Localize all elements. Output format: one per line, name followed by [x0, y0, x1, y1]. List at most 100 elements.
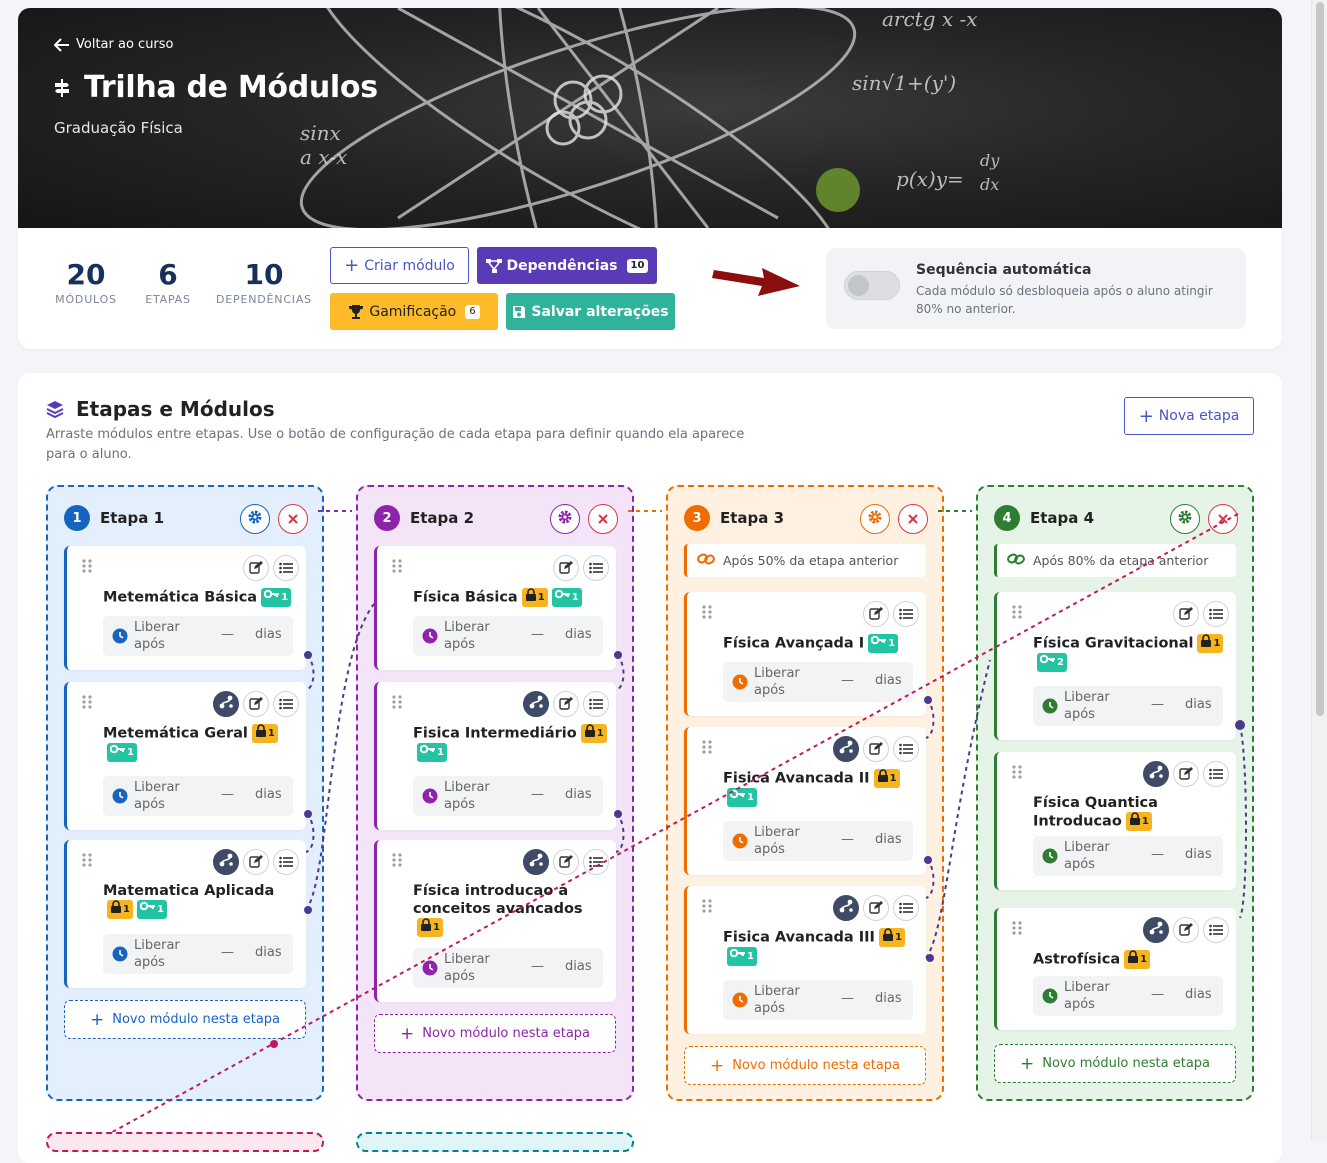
release-after-field[interactable]: Liberar após — dias	[413, 948, 603, 988]
create-module-button[interactable]: + Criar módulo	[330, 247, 469, 284]
module-contents-button[interactable]	[1203, 761, 1229, 787]
release-after-field[interactable]: Liberar após — dias	[413, 776, 603, 816]
module-contents-button[interactable]	[1203, 601, 1229, 627]
release-days-value[interactable]: —	[531, 959, 544, 974]
stage-delete-button[interactable]	[278, 504, 308, 534]
module-card[interactable]: Astrofísica 1 Liberar após — dias	[994, 908, 1236, 1030]
module-card[interactable]: Fisica Avancada II 1 1 Liberar após — dias	[684, 727, 926, 875]
add-module-button[interactable]: + Novo módulo nesta etapa	[64, 1000, 306, 1039]
module-card[interactable]: Fisica Intermediário 1 1 Liberar após — di…	[374, 682, 616, 830]
release-after-field[interactable]: Liberar após — dias	[103, 934, 293, 974]
drag-handle-icon[interactable]	[701, 898, 713, 914]
edit-module-button[interactable]	[1173, 917, 1199, 943]
drag-handle-icon[interactable]	[81, 852, 93, 868]
module-contents-button[interactable]	[273, 555, 299, 581]
edit-module-button[interactable]	[243, 849, 269, 875]
dependency-button[interactable]	[523, 691, 549, 717]
release-days-value[interactable]: —	[531, 787, 544, 802]
add-module-button[interactable]: + Novo módulo nesta etapa	[994, 1044, 1236, 1083]
release-days-value[interactable]: —	[841, 991, 854, 1006]
dependency-button[interactable]	[213, 849, 239, 875]
edit-module-button[interactable]	[553, 555, 579, 581]
stage-settings-button[interactable]	[1170, 504, 1200, 534]
module-contents-button[interactable]	[893, 736, 919, 762]
module-contents-button[interactable]	[583, 849, 609, 875]
stage-settings-button[interactable]	[240, 504, 270, 534]
edit-module-button[interactable]	[1173, 761, 1199, 787]
release-after-field[interactable]: Liberar após — dias	[1033, 836, 1223, 876]
module-card[interactable]: Metemática Geral 1 1 Liberar após — dias	[64, 682, 306, 830]
release-days-value[interactable]: —	[1151, 987, 1164, 1002]
stage-settings-button[interactable]	[550, 504, 580, 534]
release-after-field[interactable]: Liberar após — dias	[723, 662, 913, 702]
release-days-value[interactable]: —	[1151, 847, 1164, 862]
page-scrollbar[interactable]	[1311, 0, 1327, 1141]
edit-module-button[interactable]	[553, 849, 579, 875]
module-contents-button[interactable]	[1203, 917, 1229, 943]
add-module-button[interactable]: + Novo módulo nesta etapa	[684, 1046, 926, 1085]
module-contents-button[interactable]	[583, 555, 609, 581]
module-card[interactable]: Física Gravitacional 1 2 Liberar após — di…	[994, 592, 1236, 740]
drag-handle-icon[interactable]	[1011, 764, 1023, 780]
drag-handle-icon[interactable]	[1011, 604, 1023, 620]
release-after-field[interactable]: Liberar após — dias	[1033, 686, 1223, 726]
drag-handle-icon[interactable]	[1011, 920, 1023, 936]
scrollbar-thumb[interactable]	[1316, 2, 1324, 716]
module-card[interactable]: Física Básica 1 1 Liberar após — dias	[374, 546, 616, 670]
edit-module-button[interactable]	[243, 691, 269, 717]
release-after-field[interactable]: Liberar após — dias	[723, 980, 913, 1020]
drag-handle-icon[interactable]	[391, 694, 403, 710]
stage-settings-button[interactable]	[860, 504, 890, 534]
release-days-value[interactable]: —	[221, 787, 234, 802]
back-link[interactable]: Voltar ao curso	[54, 37, 174, 52]
release-after-field[interactable]: Liberar após — dias	[103, 616, 293, 656]
dependency-button[interactable]	[1143, 761, 1169, 787]
release-days-value[interactable]: —	[841, 673, 854, 688]
edit-module-button[interactable]	[863, 736, 889, 762]
dependency-button[interactable]	[833, 895, 859, 921]
module-card[interactable]: Fisica Avancada III 1 1 Liberar após — dia…	[684, 886, 926, 1034]
new-stage-button[interactable]: + Nova etapa	[1124, 397, 1254, 435]
drag-handle-icon[interactable]	[701, 739, 713, 755]
module-card[interactable]: Física Avançada I 1 Liberar após — dias	[684, 592, 926, 716]
drag-handle-icon[interactable]	[81, 694, 93, 710]
release-after-field[interactable]: Liberar após — dias	[1033, 976, 1223, 1016]
release-days-value[interactable]: —	[531, 627, 544, 642]
module-contents-button[interactable]	[273, 691, 299, 717]
release-days-value[interactable]: —	[1151, 697, 1164, 712]
module-contents-button[interactable]	[273, 849, 299, 875]
release-after-field[interactable]: Liberar após — dias	[413, 616, 603, 656]
save-changes-button[interactable]: Salvar alterações	[506, 293, 675, 330]
gamification-button[interactable]: Gamificação 6	[330, 293, 498, 330]
module-contents-button[interactable]	[583, 691, 609, 717]
release-days-value[interactable]: —	[841, 832, 854, 847]
edit-module-button[interactable]	[553, 691, 579, 717]
module-card[interactable]: Metemática Básica 1 Liberar após — dias	[64, 546, 306, 670]
drag-handle-icon[interactable]	[391, 852, 403, 868]
release-days-value[interactable]: —	[221, 627, 234, 642]
stage-delete-button[interactable]	[1208, 504, 1238, 534]
dependency-button[interactable]	[523, 849, 549, 875]
stage-delete-button[interactable]	[588, 504, 618, 534]
drag-handle-icon[interactable]	[81, 558, 93, 574]
edit-module-button[interactable]	[863, 601, 889, 627]
module-contents-button[interactable]	[893, 601, 919, 627]
release-days-value[interactable]: —	[221, 945, 234, 960]
dependency-button[interactable]	[833, 736, 859, 762]
module-contents-button[interactable]	[893, 895, 919, 921]
edit-module-button[interactable]	[243, 555, 269, 581]
edit-module-button[interactable]	[1173, 601, 1199, 627]
dependency-button[interactable]	[213, 691, 239, 717]
module-card[interactable]: Matematica Aplicada 1 1 Liberar após — dia…	[64, 840, 306, 988]
drag-handle-icon[interactable]	[701, 604, 713, 620]
drag-handle-icon[interactable]	[391, 558, 403, 574]
dependencies-button[interactable]: Dependências 10	[477, 247, 657, 284]
release-after-field[interactable]: Liberar após — dias	[723, 821, 913, 861]
auto-sequence-toggle[interactable]	[844, 271, 900, 300]
release-after-field[interactable]: Liberar após — dias	[103, 776, 293, 816]
dependency-button[interactable]	[1143, 917, 1169, 943]
module-card[interactable]: Física introducao a conceitos avancados 1…	[374, 840, 616, 1002]
edit-module-button[interactable]	[863, 895, 889, 921]
add-module-button[interactable]: + Novo módulo nesta etapa	[374, 1014, 616, 1053]
stage-delete-button[interactable]	[898, 504, 928, 534]
